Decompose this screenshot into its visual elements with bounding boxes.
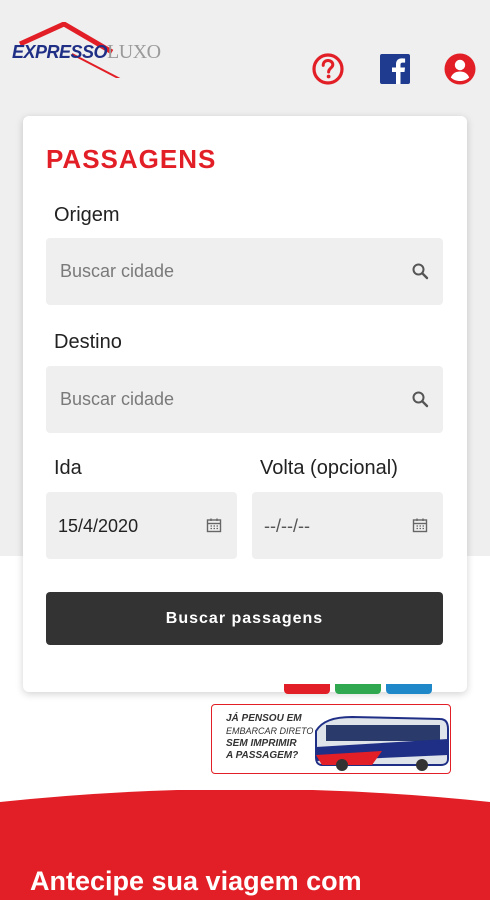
strip-red — [284, 684, 330, 694]
help-icon[interactable] — [311, 52, 345, 86]
user-account-icon[interactable] — [443, 52, 477, 86]
origin-input[interactable]: Buscar cidade — [46, 238, 443, 305]
destination-placeholder: Buscar cidade — [60, 389, 175, 409]
return-date-input[interactable]: --/--/-- — [252, 492, 443, 559]
ticket-search-card: PASSAGENS Origem Buscar cidade Destino B… — [23, 116, 467, 692]
return-date-value: --/--/-- — [264, 516, 310, 536]
mobile-ticket-banner[interactable]: JÁ PENSOU EM EMBARCAR DIRETO SEM IMPRIMI… — [211, 704, 451, 774]
calendar-icon[interactable] — [411, 516, 429, 534]
destination-label: Destino — [54, 331, 122, 353]
banner-line-1: JÁ PENSOU EM — [226, 713, 302, 724]
departure-date-value: 15/4/2020 — [58, 516, 139, 536]
strip-green — [335, 684, 381, 694]
search-icon — [411, 262, 429, 280]
calendar-icon[interactable] — [205, 516, 223, 534]
logo-text-part2: LUXO — [107, 41, 161, 63]
logo-text: EXPRESSOLUXO — [12, 41, 161, 64]
search-icon — [411, 390, 429, 408]
search-tickets-button[interactable]: Buscar passagens — [46, 592, 443, 645]
expresso-luxo-logo[interactable]: EXPRESSOLUXO — [12, 22, 162, 78]
strip-blue — [386, 684, 432, 694]
return-label: Volta (opcional) — [260, 457, 398, 479]
departure-label: Ida — [54, 457, 82, 479]
banner-line-4: A PASSAGEM? — [226, 750, 299, 761]
promo-headline: Antecipe sua viagem com — [30, 866, 362, 896]
logo-text-part1: EXPRESSO — [12, 42, 108, 62]
card-title: PASSAGENS — [46, 144, 217, 174]
departure-date-input[interactable]: 15/4/2020 — [46, 492, 237, 559]
origin-placeholder: Buscar cidade — [60, 261, 175, 281]
origin-label: Origem — [54, 204, 120, 226]
bus-image — [315, 715, 449, 771]
banner-line-3: SEM IMPRIMIR — [226, 738, 297, 749]
facebook-icon[interactable] — [378, 52, 412, 86]
destination-input[interactable]: Buscar cidade — [46, 366, 443, 433]
banner-line-2: EMBARCAR DIRETO — [226, 726, 314, 736]
